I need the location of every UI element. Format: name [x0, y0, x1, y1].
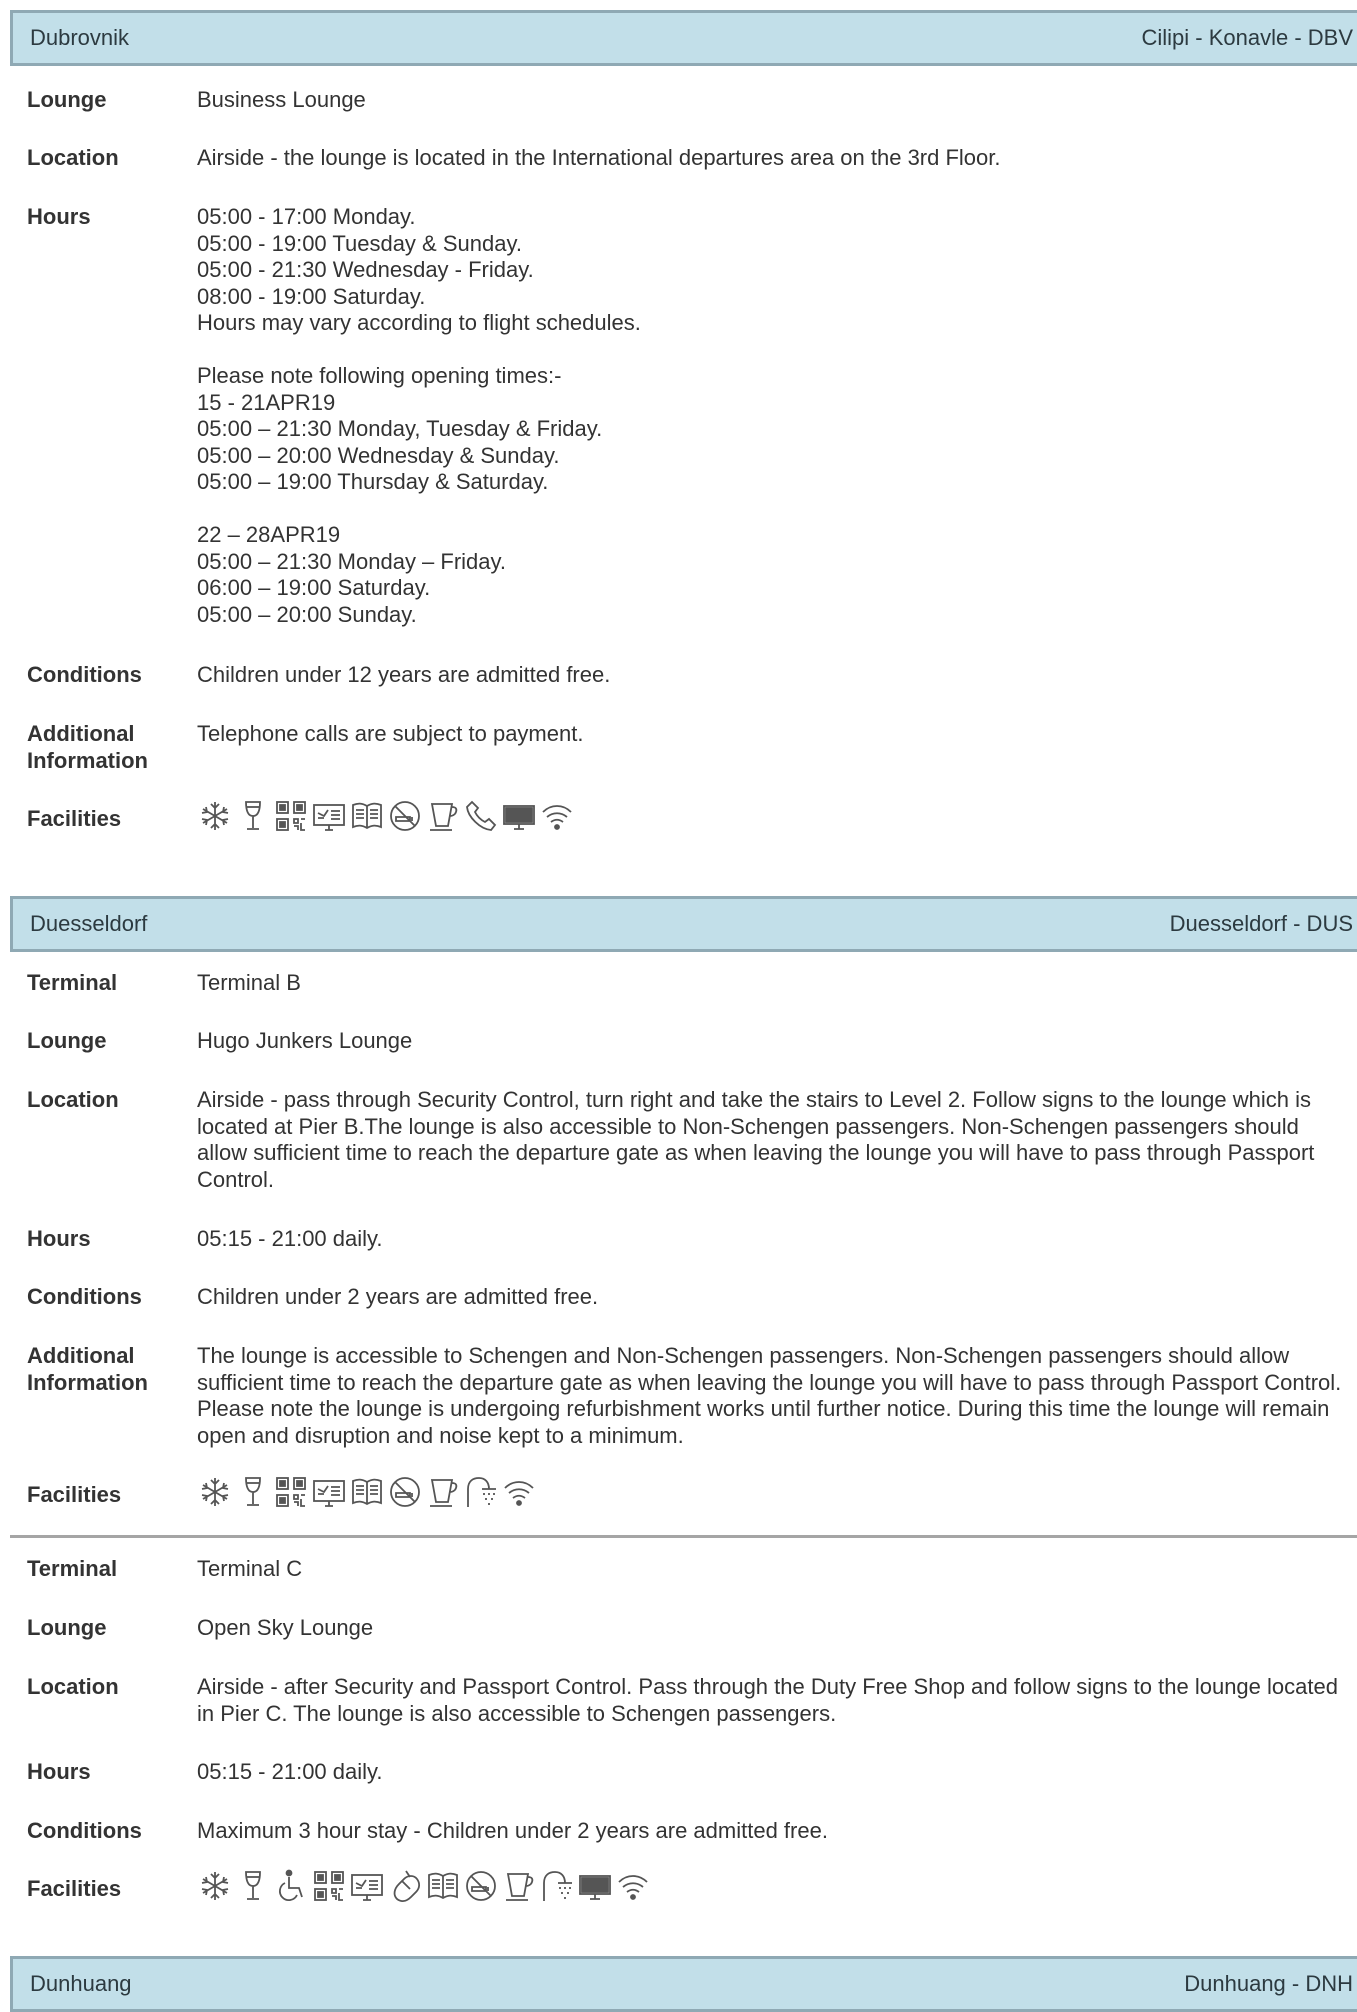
- air-conditioning-icon: [197, 1868, 233, 1904]
- field-label: Conditions: [27, 1818, 142, 1843]
- field-row-location: Location Airside - pass through Security…: [27, 1087, 1347, 1193]
- newspaper-icon: [349, 1474, 385, 1510]
- field-label: Conditions: [27, 662, 142, 687]
- coffee-cup-icon: [425, 798, 461, 834]
- wine-glass-icon: [235, 1474, 271, 1510]
- field-value: Open Sky Lounge: [197, 1615, 374, 1640]
- field-row-conditions: Conditions Children under 12 years are a…: [27, 662, 1347, 689]
- shower-icon: [463, 1474, 499, 1510]
- city-header-duesseldorf: Duesseldorf Duesseldorf - DUS: [10, 896, 1357, 952]
- field-row-lounge: Lounge Hugo Junkers Lounge: [27, 1028, 1347, 1055]
- coffee-cup-icon: [425, 1474, 461, 1510]
- wine-glass-icon: [235, 798, 271, 834]
- field-value: Hugo Junkers Lounge: [197, 1028, 413, 1053]
- field-row-facilities: Facilities: [27, 800, 1347, 834]
- field-value: Airside - pass through Security Control,…: [197, 1087, 1315, 1192]
- field-value: Terminal B: [197, 970, 301, 995]
- field-row-hours: Hours 05:15 - 21:00 daily.: [27, 1759, 1347, 1786]
- field-label: Lounge: [27, 1028, 107, 1053]
- field-value: Children under 2 years are admitted free…: [197, 1284, 599, 1309]
- facilities-list: [197, 1474, 537, 1510]
- qr-code-icon: [311, 1868, 347, 1904]
- city-name: Duesseldorf: [30, 911, 148, 936]
- flight-info-icon: [349, 1868, 385, 1904]
- air-conditioning-icon: [197, 798, 233, 834]
- field-row-facilities: Facilities: [27, 1477, 1347, 1510]
- field-row-additional-information: Additional Information The lounge is acc…: [27, 1343, 1347, 1449]
- field-row-terminal: Terminal Terminal B: [27, 970, 1347, 997]
- facilities-list: [197, 1868, 651, 1904]
- coffee-cup-icon: [501, 1868, 537, 1904]
- field-label: Facilities: [27, 806, 122, 831]
- airport-name: Duesseldorf - DUS: [1169, 911, 1353, 936]
- field-row-hours: Hours 05:00 - 17:00 Monday. 05:00 - 19:0…: [27, 204, 1347, 628]
- field-label: Facilities: [27, 1482, 122, 1507]
- field-label: Lounge: [27, 1615, 107, 1640]
- field-value: Children under 12 years are admitted fre…: [197, 662, 611, 687]
- field-row-location: Location Airside - after Security and Pa…: [27, 1674, 1347, 1727]
- wine-glass-icon: [235, 1868, 271, 1904]
- city-header-dunhuang: Dunhuang Dunhuang - DNH: [10, 1956, 1357, 2012]
- field-row-conditions: Conditions Children under 2 years are ad…: [27, 1284, 1347, 1311]
- field-row-terminal: Terminal Terminal C: [27, 1556, 1347, 1583]
- no-smoking-icon: [387, 798, 423, 834]
- field-value: 05:15 - 21:00 daily.: [197, 1759, 383, 1784]
- field-label: Conditions: [27, 1284, 142, 1309]
- field-label: Additional Information: [27, 1343, 148, 1395]
- field-label: Location: [27, 1674, 119, 1699]
- computer-icon: [577, 1868, 613, 1904]
- field-value: 05:00 - 17:00 Monday. 05:00 - 19:00 Tues…: [197, 204, 641, 627]
- field-row-lounge: Lounge Business Lounge: [27, 87, 1347, 114]
- field-label: Hours: [27, 1226, 91, 1251]
- field-value: Terminal C: [197, 1556, 303, 1581]
- city-name: Dubrovnik: [30, 25, 130, 50]
- field-value: Telephone calls are subject to payment.: [197, 721, 584, 746]
- airport-name: Dunhuang - DNH: [1184, 1971, 1353, 1996]
- field-value: Airside - after Security and Passport Co…: [197, 1674, 1338, 1726]
- air-conditioning-icon: [197, 1474, 233, 1510]
- field-label: Additional Information: [27, 721, 148, 773]
- field-value: Maximum 3 hour stay - Children under 2 y…: [197, 1818, 828, 1843]
- no-smoking-icon: [463, 1868, 499, 1904]
- field-label: Lounge: [27, 87, 107, 112]
- wifi-icon: [539, 798, 575, 834]
- field-value: 05:15 - 21:00 daily.: [197, 1226, 383, 1251]
- field-label: Hours: [27, 1759, 91, 1784]
- airport-name: Cilipi - Konavle - DBV: [1141, 25, 1353, 50]
- field-value: The lounge is accessible to Schengen and…: [197, 1343, 1342, 1448]
- computer-icon: [501, 798, 537, 834]
- newspaper-icon: [349, 798, 385, 834]
- field-row-hours: Hours 05:15 - 21:00 daily.: [27, 1226, 1347, 1253]
- field-label: Facilities: [27, 1876, 122, 1901]
- field-label: Location: [27, 1087, 119, 1112]
- qr-code-icon: [273, 798, 309, 834]
- shower-icon: [539, 1868, 575, 1904]
- field-label: Hours: [27, 204, 91, 229]
- field-row-conditions: Conditions Maximum 3 hour stay - Childre…: [27, 1818, 1347, 1845]
- mouse-icon: [387, 1868, 423, 1904]
- newspaper-icon: [425, 1868, 461, 1904]
- field-row-facilities: Facilities: [27, 1869, 1347, 1904]
- field-label: Terminal: [27, 1556, 118, 1581]
- wheelchair-icon: [273, 1868, 309, 1904]
- wifi-icon: [501, 1474, 537, 1510]
- field-value: Business Lounge: [197, 87, 366, 112]
- wifi-icon: [615, 1868, 651, 1904]
- flight-info-icon: [311, 798, 347, 834]
- field-value: Airside - the lounge is located in the I…: [197, 145, 1001, 170]
- facilities-list: [197, 798, 575, 834]
- no-smoking-icon: [387, 1474, 423, 1510]
- flight-info-icon: [311, 1474, 347, 1510]
- field-row-location: Location Airside - the lounge is located…: [27, 145, 1347, 172]
- city-name: Dunhuang: [30, 1971, 132, 1996]
- field-label: Terminal: [27, 970, 118, 995]
- city-header-dubrovnik: Dubrovnik Cilipi - Konavle - DBV: [10, 10, 1357, 66]
- telephone-icon: [463, 798, 499, 834]
- field-row-additional-information: Additional Information Telephone calls a…: [27, 721, 1347, 774]
- lounge-divider: [10, 1535, 1357, 1538]
- field-label: Location: [27, 145, 119, 170]
- field-row-lounge: Lounge Open Sky Lounge: [27, 1615, 1347, 1642]
- qr-code-icon: [273, 1474, 309, 1510]
